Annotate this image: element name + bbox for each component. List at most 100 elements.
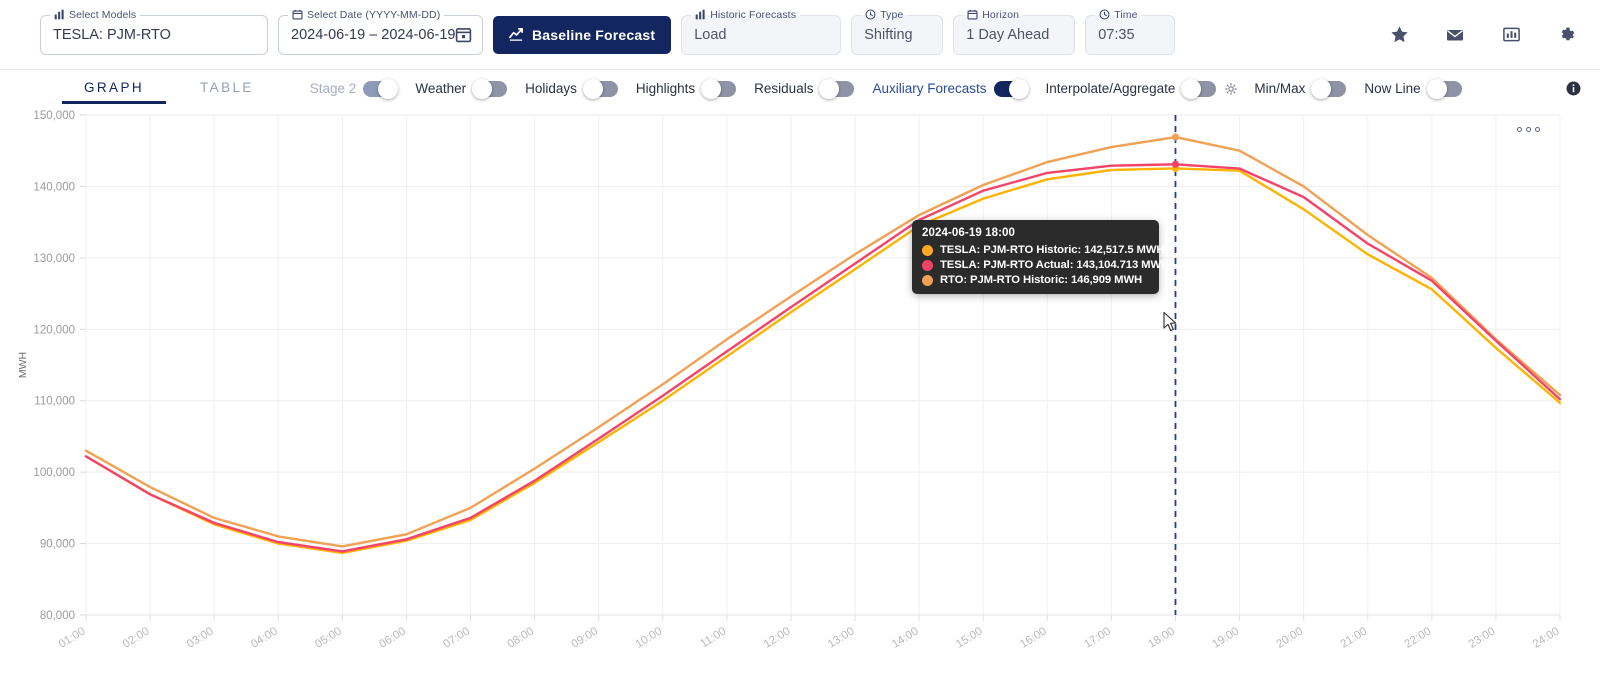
svg-text:90,000: 90,000 [40,539,75,551]
svg-text:130,000: 130,000 [33,253,75,265]
toggle-now-line-label: Now Line [1364,81,1421,96]
select-date-field[interactable]: Select Date (YYYY-MM-DD) 2024-06-19 – 20… [278,8,483,55]
type-legend: Type [861,8,908,21]
svg-text:MWH: MWH [17,352,29,378]
svg-text:03:00: 03:00 [185,625,216,650]
svg-text:07:00: 07:00 [441,625,472,650]
svg-text:11:00: 11:00 [698,625,728,650]
toggle-stage-2-switch[interactable] [363,78,399,99]
tab-graph[interactable]: GRAPH [61,74,167,104]
select-models-value: TESLA: PJM-RTO [53,26,171,43]
info-icon[interactable] [1565,80,1582,97]
svg-text:04:00: 04:00 [249,625,280,650]
horizon-field[interactable]: Horizon 1 Day Ahead [953,8,1076,55]
historic-forecasts-field[interactable]: Historic Forecasts Load [681,8,842,55]
calendar-icon [292,9,303,20]
svg-text:22:00: 22:00 [1403,625,1434,650]
baseline-forecast-label: Baseline Forecast [532,26,656,43]
svg-text:12:00: 12:00 [762,625,793,650]
toggle-highlights-switch[interactable] [701,78,737,99]
top-toolbar: Select Models TESLA: PJM-RTO Select Date… [0,0,1600,70]
toggle-interpolate-aggregate[interactable]: Interpolate/Aggregate [1045,78,1217,99]
chart-report-icon[interactable] [1494,18,1528,52]
svg-text:17:00: 17:00 [1082,625,1113,650]
calendar-picker-icon[interactable] [455,26,472,43]
select-models-legend-text: Select Models [69,8,137,21]
svg-text:140,000: 140,000 [33,181,75,193]
svg-text:120,000: 120,000 [33,324,75,336]
toggle-highlights-label: Highlights [635,81,696,96]
chart-area[interactable]: 150,000 140,000 130,000 120,000 110,000 100,0… [0,107,1600,673]
svg-text:80,000: 80,000 [40,610,75,622]
select-date-value: 2024-06-19 – 2024-06-19 [291,26,456,43]
mouse-cursor-icon [1163,312,1177,332]
toggle-stage-2-label: Stage 2 [309,81,357,96]
horizon-legend-text: Horizon [982,8,1020,21]
svg-text:150,000: 150,000 [33,110,75,122]
type-value: Shifting [864,26,913,43]
horizon-legend: Horizon [963,8,1024,21]
toggle-holidays-label: Holidays [525,81,577,96]
toggle-interpolate-aggregate-switch[interactable] [1181,78,1217,99]
svg-text:13:00: 13:00 [826,625,857,650]
toggle-auxiliary-forecasts-label: Auxiliary Forecasts [872,81,987,96]
tooltip-series-dot [922,274,933,286]
tooltip-series-text: RTO: PJM-RTO Historic: 146,909 MWH [940,274,1143,286]
toggle-residuals-switch[interactable] [819,78,855,99]
toggle-now-line[interactable]: Now Line [1364,78,1462,99]
svg-text:19:00: 19:00 [1210,625,1241,650]
select-models-legend: Select Models [50,8,141,21]
svg-text:06:00: 06:00 [377,625,408,650]
toggle-residuals-label: Residuals [754,81,814,96]
settings-gear-icon[interactable] [1550,18,1584,52]
svg-text:23:00: 23:00 [1467,625,1498,650]
svg-text:10:00: 10:00 [634,625,665,650]
select-models-field[interactable]: Select Models TESLA: PJM-RTO [40,8,268,55]
toggle-highlights[interactable]: Highlights [635,78,737,99]
toggle-holidays-switch[interactable] [582,78,618,99]
aggregate-settings-gear-icon[interactable] [1224,82,1238,96]
more-options-icon[interactable] [1517,127,1540,132]
tooltip-series-dot [922,244,933,256]
time-legend: Time [1095,8,1142,21]
baseline-forecast-button[interactable]: Baseline Forecast [493,15,672,54]
svg-text:100,000: 100,000 [33,467,75,479]
toggle-stage-2[interactable]: Stage 2 [309,78,399,99]
toggle-weather[interactable]: Weather [415,78,508,99]
control-bar: GRAPH TABLE Stage 2 Weather Holidays Hig… [0,70,1600,107]
toggle-residuals[interactable]: Residuals [754,78,855,99]
historic-forecasts-legend-text: Historic Forecasts [710,8,797,21]
chart-tooltip: 2024-06-19 18:00 TESLA: PJM-RTO Historic… [912,220,1169,294]
tooltip-row: TESLA: PJM-RTO Actual: 143,104.713 MWH [922,259,1169,271]
forecast-line-chart[interactable]: 150,000 140,000 130,000 120,000 110,000 100,0… [0,107,1600,673]
toggle-min-max[interactable]: Min/Max [1254,78,1347,99]
toggle-min-max-switch[interactable] [1311,78,1347,99]
toggle-min-max-label: Min/Max [1254,81,1306,96]
svg-text:02:00: 02:00 [121,625,152,650]
svg-text:08:00: 08:00 [505,625,536,650]
tab-table[interactable]: TABLE [200,74,254,104]
mail-envelope-icon[interactable] [1438,18,1472,52]
type-field[interactable]: Type Shifting [851,8,944,55]
svg-text:01:00: 01:00 [57,625,88,650]
tab-graph-label: GRAPH [84,79,145,95]
svg-text:16:00: 16:00 [1018,625,1049,650]
toggle-auxiliary-forecasts[interactable]: Auxiliary Forecasts [872,78,1029,99]
toggle-weather-label: Weather [415,81,467,96]
toggle-interpolate-aggregate-label: Interpolate/Aggregate [1045,81,1176,96]
svg-text:14:00: 14:00 [890,625,921,650]
historic-forecasts-value: Load [694,26,727,43]
svg-text:24:00: 24:00 [1531,625,1562,650]
toggle-now-line-switch[interactable] [1426,78,1462,99]
tooltip-series-text: TESLA: PJM-RTO Actual: 143,104.713 MWH [940,259,1170,271]
favorite-star-icon[interactable] [1382,18,1416,52]
tooltip-row: RTO: PJM-RTO Historic: 146,909 MWH [922,274,1149,286]
time-field[interactable]: Time 07:35 [1085,8,1176,55]
svg-text:18:00: 18:00 [1146,625,1177,650]
tooltip-series-dot [922,259,933,271]
toggle-holidays[interactable]: Holidays [525,78,618,99]
clock-icon [865,9,876,20]
toggle-weather-switch[interactable] [472,78,508,99]
toggle-auxiliary-forecasts-switch[interactable] [993,78,1029,99]
time-legend-text: Time [1114,8,1138,21]
